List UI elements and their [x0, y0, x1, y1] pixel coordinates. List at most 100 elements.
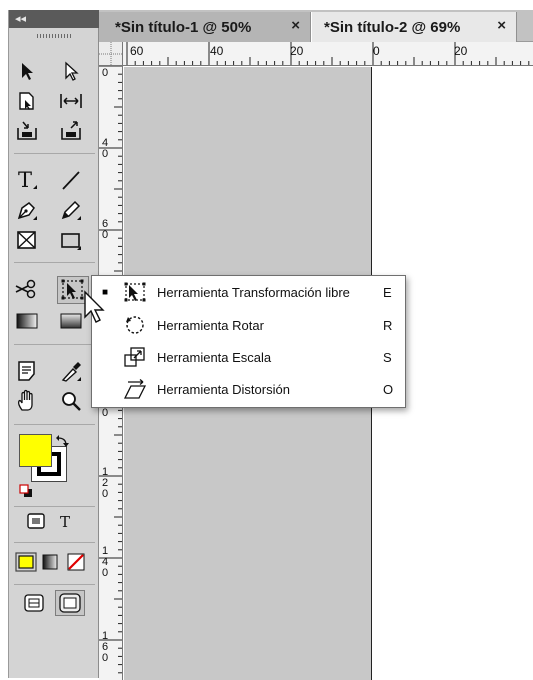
panel-grip[interactable]	[37, 34, 71, 38]
default-colors-icon[interactable]	[19, 484, 33, 503]
tools-panel: ◂◂ T T	[8, 10, 100, 678]
apply-gradient-icon	[42, 554, 58, 570]
ruler-label: 140	[102, 545, 109, 579]
note-tool[interactable]	[13, 358, 41, 384]
free-transform-icon	[124, 282, 146, 302]
apply-none-button[interactable]	[63, 550, 89, 574]
preview-view-icon	[59, 593, 81, 613]
menu-item-rotate[interactable]: Herramienta Rotar R	[92, 310, 405, 341]
line-tool-icon	[62, 171, 80, 190]
tools-separator	[14, 153, 95, 154]
rectangle-frame-icon	[17, 231, 36, 249]
gap-tool[interactable]	[57, 88, 85, 114]
gap-tool-icon	[60, 94, 82, 108]
page-tool[interactable]	[13, 88, 41, 114]
scissors-icon	[15, 279, 36, 299]
menu-item-label: Herramienta Escala	[157, 350, 272, 365]
line-tool[interactable]	[57, 167, 85, 193]
direct-selection-icon	[65, 61, 79, 81]
ruler-label: 0	[373, 44, 380, 58]
ruler-label: 60	[130, 44, 144, 58]
ruler-label: 160	[102, 630, 109, 664]
gradient-feather-icon	[60, 313, 82, 329]
direct-selection-tool[interactable]	[57, 58, 85, 84]
apply-color-icon	[15, 552, 37, 572]
horizontal-ruler[interactable]: 60 40 20 0 20	[123, 42, 533, 66]
menu-item-free-transform[interactable]: ■ Herramienta Transformación libre E	[92, 277, 405, 308]
gradient-feather-tool[interactable]	[57, 308, 85, 334]
swap-colors-icon[interactable]	[56, 434, 70, 453]
horizontal-ruler-ticks	[126, 42, 530, 65]
page-tool-icon	[19, 92, 34, 110]
text-format-icon: T	[60, 513, 70, 530]
gradient-swatch-icon	[16, 313, 38, 329]
menu-item-shortcut: O	[383, 382, 394, 397]
content-collector-icon	[17, 121, 37, 140]
ruler-label: 0	[102, 67, 109, 79]
svg-text:T: T	[18, 168, 32, 192]
formatting-text-button[interactable]: T	[53, 510, 79, 532]
tab-document-1[interactable]: *Sin título-1 @ 50% ×	[99, 12, 311, 42]
menu-item-shortcut: E	[383, 285, 392, 300]
menu-item-shortcut: R	[383, 318, 393, 333]
tools-separator	[14, 262, 95, 263]
rectangle-frame-tool[interactable]	[13, 227, 41, 253]
note-icon	[18, 361, 35, 381]
menu-item-label: Herramienta Distorsión	[157, 382, 290, 397]
ruler-label: 20	[454, 44, 468, 58]
gradient-swatch-tool[interactable]	[13, 308, 41, 334]
formatting-container-button[interactable]	[23, 510, 49, 532]
pencil-tool-icon	[61, 200, 81, 220]
pencil-tool[interactable]	[57, 197, 85, 223]
content-placer-icon	[61, 121, 81, 140]
zoom-tool[interactable]	[57, 388, 85, 414]
tools-separator	[14, 584, 95, 585]
pen-tool-icon	[17, 202, 37, 220]
apply-gradient-button[interactable]	[39, 550, 61, 574]
normal-screen-mode-button[interactable]	[21, 590, 47, 616]
close-tab-icon[interactable]: ×	[291, 17, 300, 34]
content-placer-tool[interactable]	[57, 118, 85, 144]
ruler-label: 120	[102, 466, 109, 500]
normal-view-icon	[24, 594, 44, 612]
zoom-icon	[62, 392, 81, 411]
type-tool[interactable]: T	[13, 167, 41, 193]
menu-item-scale[interactable]: Herramienta Escala S	[92, 342, 405, 373]
apply-color-button[interactable]	[13, 550, 39, 574]
close-tab-icon[interactable]: ×	[497, 17, 506, 34]
tab-document-2[interactable]: *Sin título-2 @ 69% ×	[311, 12, 517, 42]
menu-item-label: Herramienta Transformación libre	[157, 285, 350, 300]
tools-separator	[14, 424, 95, 425]
menu-item-shortcut: S	[383, 350, 392, 365]
menu-item-shear[interactable]: Herramienta Distorsión O	[92, 374, 405, 405]
fill-swatch[interactable]	[19, 434, 52, 467]
ruler-label: 20	[290, 44, 304, 58]
svg-text:T: T	[60, 513, 70, 530]
rectangle-tool[interactable]	[57, 227, 85, 253]
scissors-tool[interactable]	[13, 276, 41, 302]
eyedropper-tool[interactable]	[57, 358, 85, 384]
scale-icon	[124, 347, 145, 367]
selection-tool[interactable]	[13, 58, 41, 84]
mouse-cursor-icon	[84, 290, 105, 323]
collapse-panel-icon[interactable]: ◂◂	[15, 12, 26, 25]
hand-icon	[17, 389, 33, 411]
container-format-icon	[27, 513, 45, 529]
tools-separator	[14, 542, 95, 543]
ruler-origin[interactable]	[99, 42, 123, 66]
tools-panel-header[interactable]: ◂◂	[9, 10, 100, 28]
type-tool-icon: T	[18, 168, 37, 192]
preview-screen-mode-button[interactable]	[55, 590, 85, 616]
pen-tool[interactable]	[13, 197, 41, 223]
shear-icon	[123, 379, 147, 399]
ruler-origin-icon	[99, 42, 123, 66]
apply-none-icon	[67, 553, 85, 571]
rectangle-icon	[61, 233, 81, 250]
selection-arrow-icon	[22, 63, 33, 80]
hand-tool[interactable]	[13, 388, 41, 414]
ruler-label: 60	[102, 218, 109, 241]
rotate-icon	[126, 316, 144, 334]
content-collector-tool[interactable]	[13, 118, 41, 144]
tools-separator	[14, 506, 95, 507]
document-tab-bar: *Sin título-1 @ 50% × *Sin título-2 @ 69…	[99, 10, 533, 42]
